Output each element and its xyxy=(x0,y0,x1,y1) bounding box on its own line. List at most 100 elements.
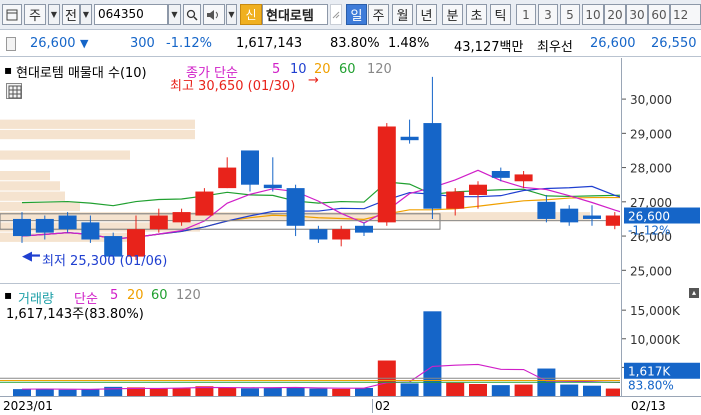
candle-body xyxy=(491,171,510,178)
volume-chart-panel[interactable]: ▪ 거래량 단순 5 20 60 120 1,617,143주(83.80%) xyxy=(0,285,670,396)
volume-bar xyxy=(309,388,328,396)
low-price-note: 최저 25,300 (01/06) xyxy=(42,254,168,269)
change-tag-text: -1.12% xyxy=(628,224,670,238)
current-price: 26,600 xyxy=(30,36,76,51)
volume-ratio: 83.80% xyxy=(330,36,380,51)
best-bid-price: 26,550 xyxy=(651,36,697,51)
candle-body xyxy=(583,215,601,219)
turnover-rate: 1.48% xyxy=(388,36,430,51)
volume-bar xyxy=(81,389,100,396)
date-end-label: 02/13 xyxy=(631,399,666,413)
axis-tick-label: 30,000 xyxy=(630,93,672,107)
change-down-icon: ▼ xyxy=(80,37,89,50)
quote-info-bar: 26,600 ▼ 300 -1.12% 1,617,143 83.80% 1.4… xyxy=(0,31,701,57)
high-price-note: 최고 30,650 (01/30) xyxy=(170,79,296,94)
interval-120-button[interactable]: 12 xyxy=(670,4,701,25)
interval-1-button[interactable]: 1 xyxy=(516,4,536,25)
volume-bar xyxy=(560,384,579,396)
volume-current-tag-text: 1,617K xyxy=(628,365,671,379)
axis-tick-label: 29,000 xyxy=(630,127,672,141)
period-day-button[interactable]: 일 xyxy=(346,4,367,25)
volume-bar xyxy=(218,387,237,396)
candle-body xyxy=(469,184,487,195)
date-start-label: 2023/01 xyxy=(3,399,53,413)
volume-bar xyxy=(583,385,601,396)
candle-body xyxy=(13,218,31,237)
period-minute-button[interactable]: 분 xyxy=(442,4,463,25)
table-icon[interactable] xyxy=(6,83,22,99)
date-mid-label: 02 xyxy=(372,399,390,413)
candle-body xyxy=(81,222,100,240)
stock-name-field[interactable]: 현대로템 xyxy=(262,4,328,25)
type-select[interactable]: 주 xyxy=(24,4,46,25)
panel-square-icon: ▪ xyxy=(4,288,13,302)
collapse-icon[interactable]: ▴ xyxy=(689,288,699,298)
volume-profile-bar xyxy=(0,191,65,201)
period-second-button[interactable]: 초 xyxy=(466,4,487,25)
chart-toolbar: 주 ▼ 전 ▼ 064350 ▼ ▼ 신 현대로템 일 주 월 년 분 초 틱 … xyxy=(0,0,701,30)
volume-bar xyxy=(400,383,419,396)
period-year-button[interactable]: 년 xyxy=(416,4,437,25)
chevron-down-icon[interactable]: ▼ xyxy=(48,4,60,25)
volume-bar xyxy=(423,311,442,396)
candle-body xyxy=(400,136,419,141)
interval-10-button[interactable]: 10 xyxy=(582,4,604,25)
period-week-button[interactable]: 주 xyxy=(368,4,389,25)
axis-canvas: 30,00029,00028,00027,00026,00025,00026,6… xyxy=(622,93,700,393)
chevron-down-icon[interactable]: ▼ xyxy=(226,4,237,25)
candle-body xyxy=(35,218,54,233)
axis-tick-label: 28,000 xyxy=(630,162,672,176)
candle-body xyxy=(332,229,351,240)
grip-icon[interactable] xyxy=(6,37,16,51)
vol-ma5-legend: 5 xyxy=(110,288,119,303)
volume-profile-bar xyxy=(0,150,130,160)
candle-body xyxy=(355,225,373,233)
volume-profile-bar xyxy=(0,201,80,212)
speaker-icon[interactable] xyxy=(203,4,225,25)
candle-body xyxy=(286,188,305,226)
candle-body xyxy=(218,167,237,189)
chevron-down-icon[interactable]: ▼ xyxy=(168,4,181,25)
candle-body xyxy=(172,212,191,223)
volume-profile-bar xyxy=(0,129,195,140)
chevron-down-icon[interactable]: ▼ xyxy=(80,4,92,25)
interval-30-button[interactable]: 30 xyxy=(626,4,648,25)
volume-bar xyxy=(172,388,191,396)
price-chart-panel[interactable]: ▪ 현대로템 매물대 수(10) 종가 단순 5 10 20 60 120 최고… xyxy=(0,58,670,284)
candle-body xyxy=(195,191,214,216)
vol-ma20-legend: 20 xyxy=(127,288,144,303)
volume-bar xyxy=(446,382,465,396)
resize-grip-icon xyxy=(330,4,342,25)
volume-profile-bar xyxy=(0,181,60,191)
volume-profile-bar xyxy=(0,171,50,181)
volume-bar xyxy=(149,388,168,396)
volume-bar xyxy=(605,388,624,396)
vol-ma60-legend: 60 xyxy=(151,288,168,303)
candle-body xyxy=(514,174,533,182)
candle-body xyxy=(423,123,442,209)
arrow-left-icon: ◀━ xyxy=(22,249,40,264)
period-tick-button[interactable]: 틱 xyxy=(490,4,511,25)
candle-body xyxy=(605,215,624,226)
ma60-legend: 60 xyxy=(339,62,356,77)
volume-value-text: 1,617,143주(83.80%) xyxy=(6,307,144,322)
interval-60-button[interactable]: 60 xyxy=(648,4,670,25)
period-month-button[interactable]: 월 xyxy=(392,4,413,25)
volume-bar xyxy=(491,385,510,396)
volume-bar xyxy=(263,387,282,396)
interval-20-button[interactable]: 20 xyxy=(604,4,626,25)
axis-tick-label: 10,000K xyxy=(630,333,681,347)
interval-3-button[interactable]: 3 xyxy=(538,4,558,25)
best-ask-price: 26,600 xyxy=(590,36,636,51)
trade-value: 43,127백만 xyxy=(454,40,524,55)
candle-body xyxy=(377,126,396,223)
stock-code-input[interactable]: 064350 xyxy=(94,4,168,25)
search-icon[interactable] xyxy=(183,4,201,25)
window-icon[interactable] xyxy=(2,4,22,25)
volume-bar xyxy=(514,384,533,396)
price-axis: 30,000 29,000 28,000 27,000 26,000 25,000 26,6… xyxy=(621,58,701,396)
exchange-select[interactable]: 전 xyxy=(62,4,80,25)
volume-bar xyxy=(13,389,31,396)
volume-bar xyxy=(286,387,305,396)
interval-5-button[interactable]: 5 xyxy=(560,4,580,25)
